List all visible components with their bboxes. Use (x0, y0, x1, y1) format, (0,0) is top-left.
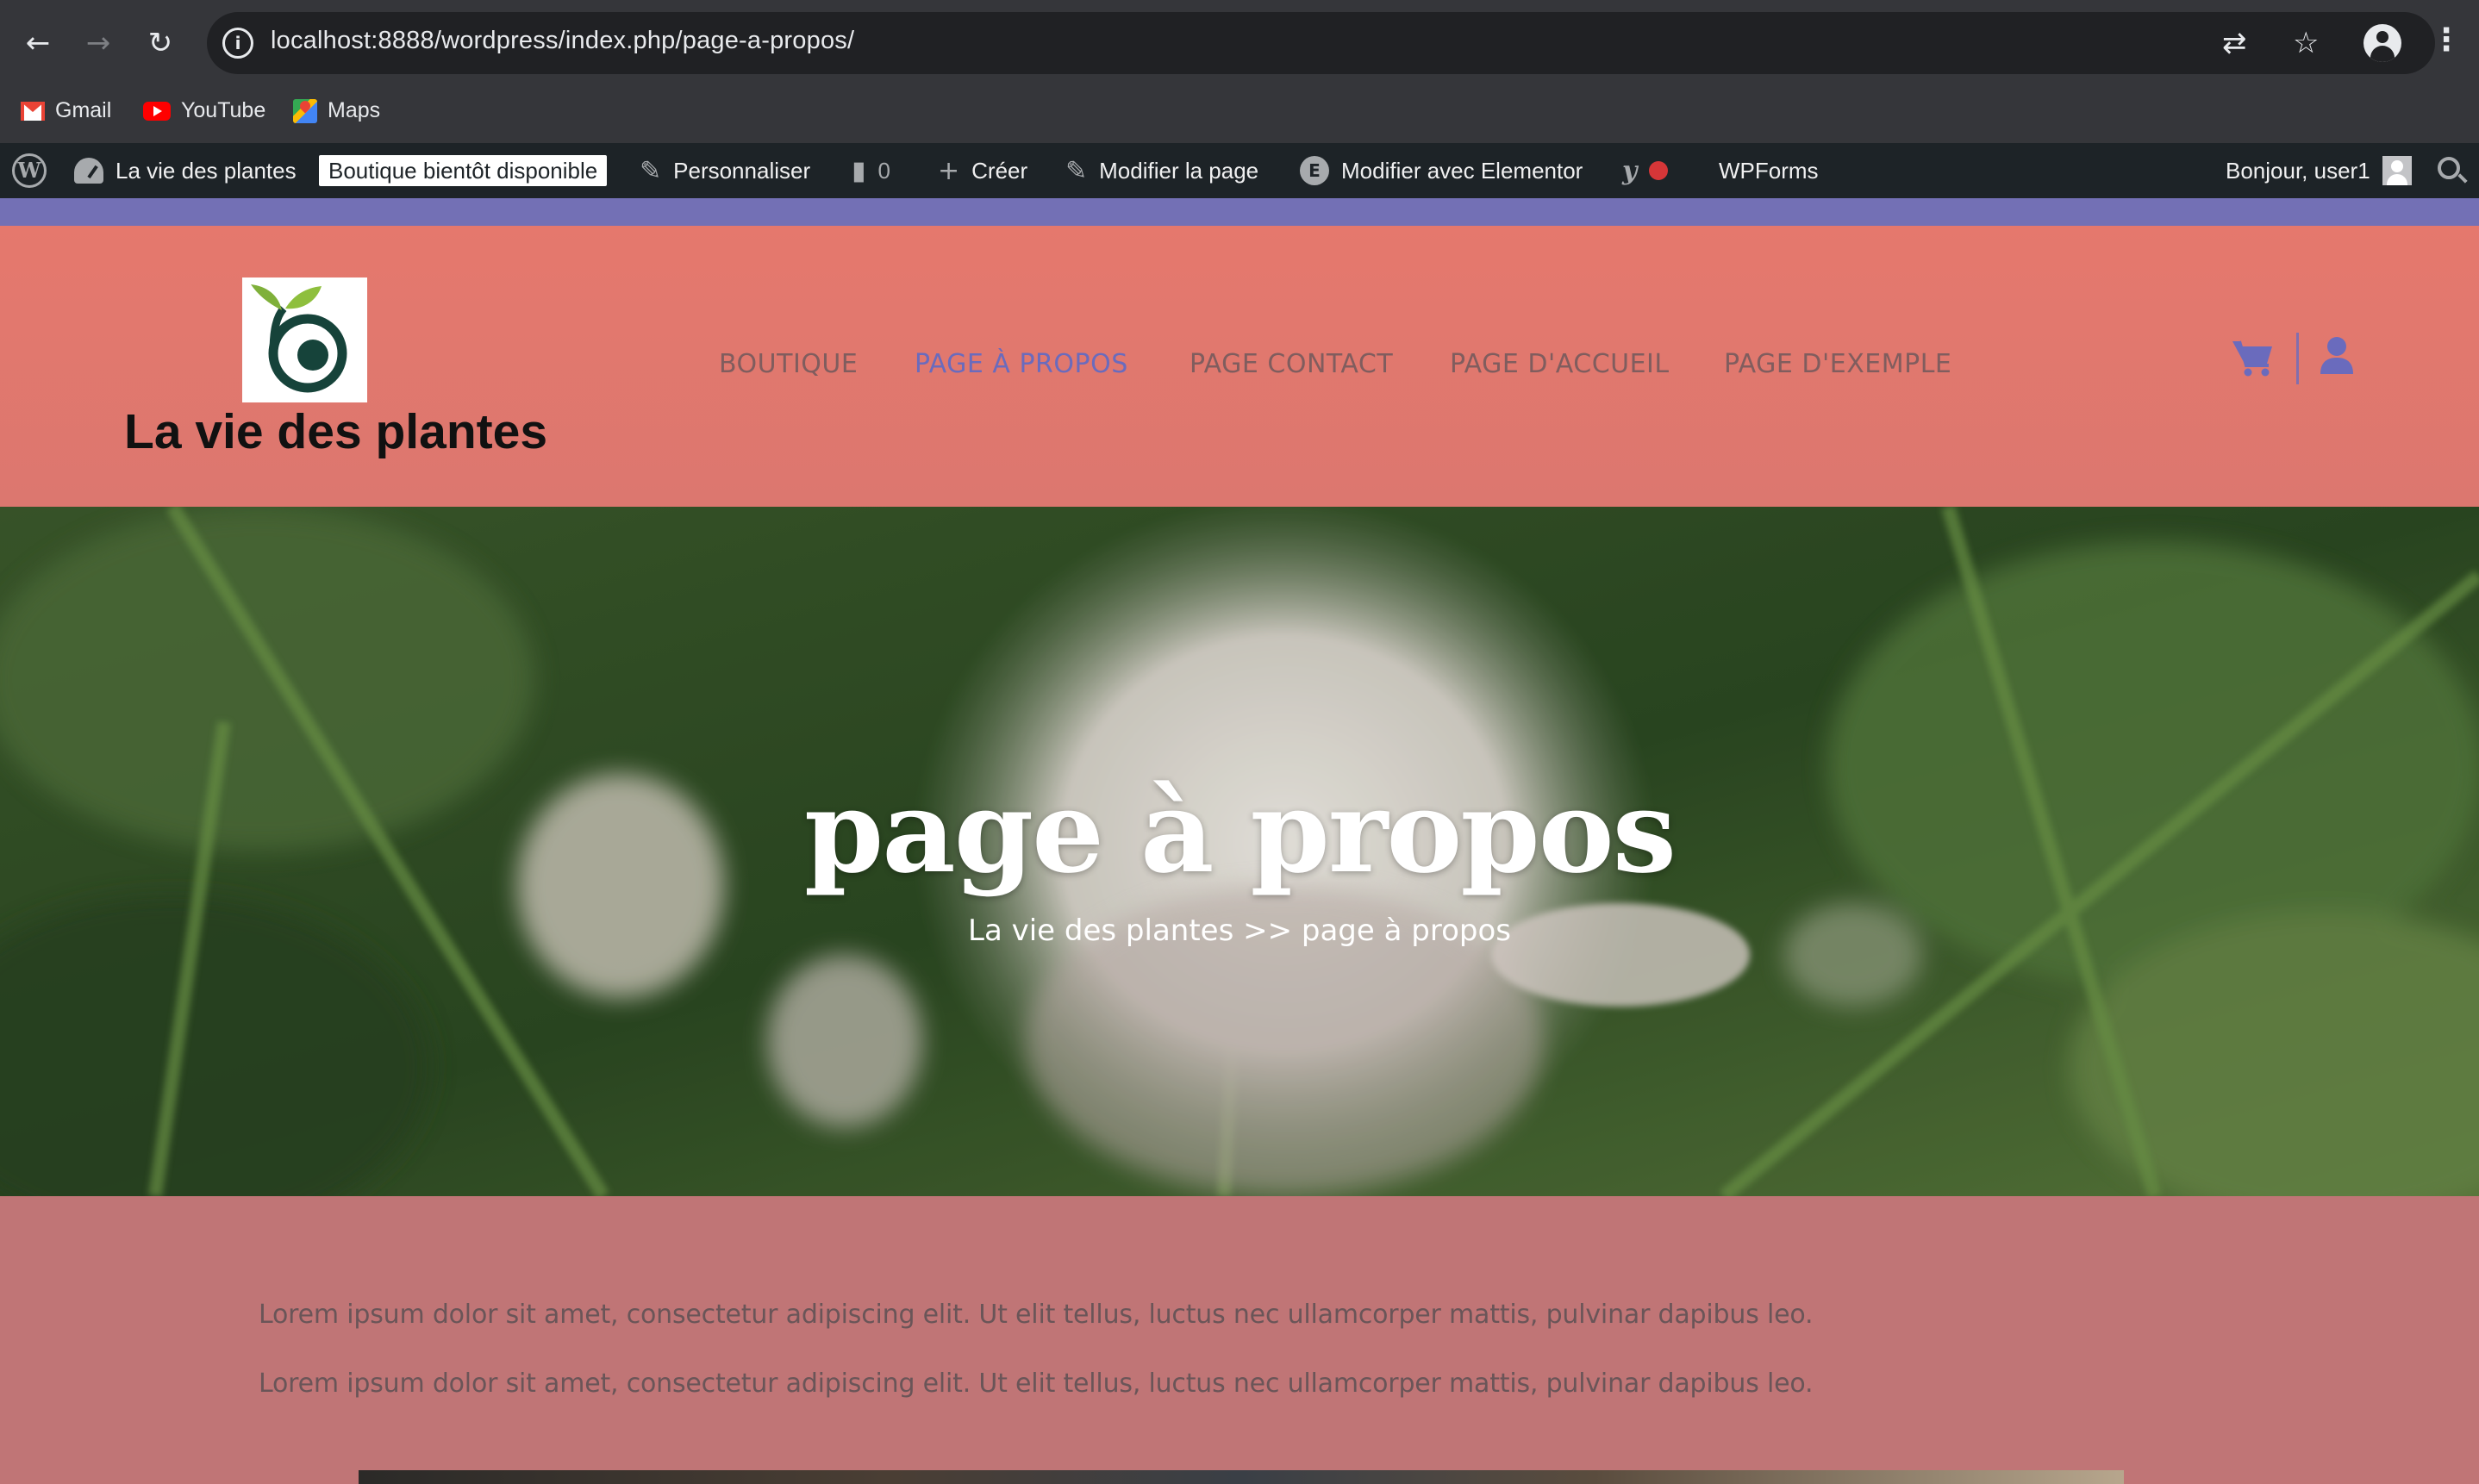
seo-status-dot-icon (1649, 161, 1669, 180)
sprout-logo-icon (251, 284, 347, 393)
content-image (359, 1470, 2124, 1484)
adminbar-account[interactable]: Bonjour, user1 (2226, 143, 2412, 198)
translate-icon[interactable]: ⇄ (2222, 26, 2247, 60)
nav-item-exemple[interactable]: PAGE D'EXEMPLE (1724, 349, 1951, 379)
site-logo[interactable] (242, 277, 367, 402)
adminbar-shop-badge[interactable]: Boutique bientôt disponible (319, 143, 608, 198)
page-title: page à propos (803, 765, 1677, 899)
dashboard-icon (74, 158, 103, 184)
adminbar-create[interactable]: + Créer (938, 143, 1027, 198)
address-bar[interactable]: i localhost:8888/wordpress/index.php/pag… (207, 12, 2435, 74)
content-paragraph: Lorem ipsum dolor sit amet, consectetur … (259, 1369, 1814, 1399)
bookmark-label: YouTube (181, 98, 266, 122)
bookmark-label: Gmail (55, 98, 112, 122)
browser-toolbar: ← → ↻ i localhost:8888/wordpress/index.p… (0, 0, 2479, 86)
adminbar-comments[interactable]: ▮ 0 (852, 143, 890, 198)
create-label: Créer (971, 157, 1028, 184)
comments-count: 0 (877, 157, 890, 184)
url-text[interactable]: localhost:8888/wordpress/index.php/page-… (271, 27, 854, 55)
page-content: Lorem ipsum dolor sit amet, consectetur … (0, 1196, 2479, 1484)
back-arrow-icon[interactable]: ← (19, 24, 57, 62)
adminbar-site-label: La vie des plantes (116, 157, 297, 184)
wp-logo-menu[interactable]: W (12, 143, 47, 198)
nav-item-boutique[interactable]: BOUTIQUE (719, 349, 858, 379)
bookmark-gmail[interactable]: Gmail (21, 98, 111, 123)
wpforms-label: WPForms (1719, 157, 1819, 184)
customize-label: Personnaliser (673, 157, 811, 184)
user-account-icon[interactable] (2319, 336, 2355, 376)
reload-icon[interactable]: ↻ (141, 24, 179, 62)
hero-banner: page à propos La vie des plantes >> page… (0, 507, 2479, 1196)
brush-icon: ✎ (640, 155, 662, 186)
comment-icon: ▮ (852, 155, 866, 186)
wordpress-logo-icon: W (12, 153, 47, 188)
edit-elementor-label: Modifier avec Elementor (1341, 157, 1583, 184)
greeting-label: Bonjour, user1 (2226, 157, 2370, 184)
cart-icon[interactable] (2231, 338, 2274, 377)
elementor-icon: E (1300, 156, 1329, 185)
youtube-icon (143, 101, 171, 121)
wp-admin-bar: W La vie des plantes Boutique bientôt di… (0, 143, 2479, 198)
adminbar-edit-page[interactable]: ✎ Modifier la page (1065, 143, 1258, 198)
bookmark-youtube[interactable]: YouTube (143, 98, 265, 123)
plus-icon: + (938, 155, 960, 186)
nav-item-contact[interactable]: PAGE CONTACT (1190, 349, 1393, 379)
pencil-icon: ✎ (1065, 155, 1088, 186)
yoast-icon: y (1622, 155, 1638, 186)
browser-menu-icon[interactable]: ⋮ (2431, 22, 2462, 58)
bookmark-star-icon[interactable]: ☆ (2293, 26, 2319, 60)
site-info-icon[interactable]: i (222, 28, 253, 59)
content-paragraph: Lorem ipsum dolor sit amet, consectetur … (259, 1300, 1814, 1330)
forward-arrow-icon[interactable]: → (79, 24, 117, 62)
adminbar-yoast[interactable]: y (1622, 143, 1669, 198)
adminbar-wpforms[interactable]: WPForms (1719, 143, 1819, 198)
adminbar-site-name[interactable]: La vie des plantes (74, 143, 297, 198)
adminbar-customize[interactable]: ✎ Personnaliser (640, 143, 810, 198)
site-title[interactable]: La vie des plantes (124, 403, 547, 460)
avatar-icon (2382, 156, 2412, 185)
breadcrumb: La vie des plantes >> page à propos (968, 913, 1511, 948)
header-divider (2296, 333, 2299, 384)
maps-icon (293, 98, 317, 123)
nav-item-accueil[interactable]: PAGE D'ACCUEIL (1450, 349, 1670, 379)
shop-status-badge: Boutique bientôt disponible (319, 155, 608, 186)
profile-icon[interactable] (2363, 24, 2401, 62)
search-icon[interactable] (2438, 157, 2460, 179)
bookmark-label: Maps (328, 98, 381, 122)
top-accent-strip (0, 198, 2479, 226)
adminbar-edit-elementor[interactable]: E Modifier avec Elementor (1300, 143, 1583, 198)
nav-item-a-propos[interactable]: PAGE À PROPOS (915, 349, 1128, 379)
edit-page-label: Modifier la page (1099, 157, 1259, 184)
bookmarks-bar: Gmail YouTube Maps (0, 86, 2479, 143)
site-header: La vie des plantes BOUTIQUE PAGE À PROPO… (0, 226, 2479, 507)
bookmark-maps[interactable]: Maps (293, 98, 380, 123)
gmail-icon (21, 101, 45, 121)
